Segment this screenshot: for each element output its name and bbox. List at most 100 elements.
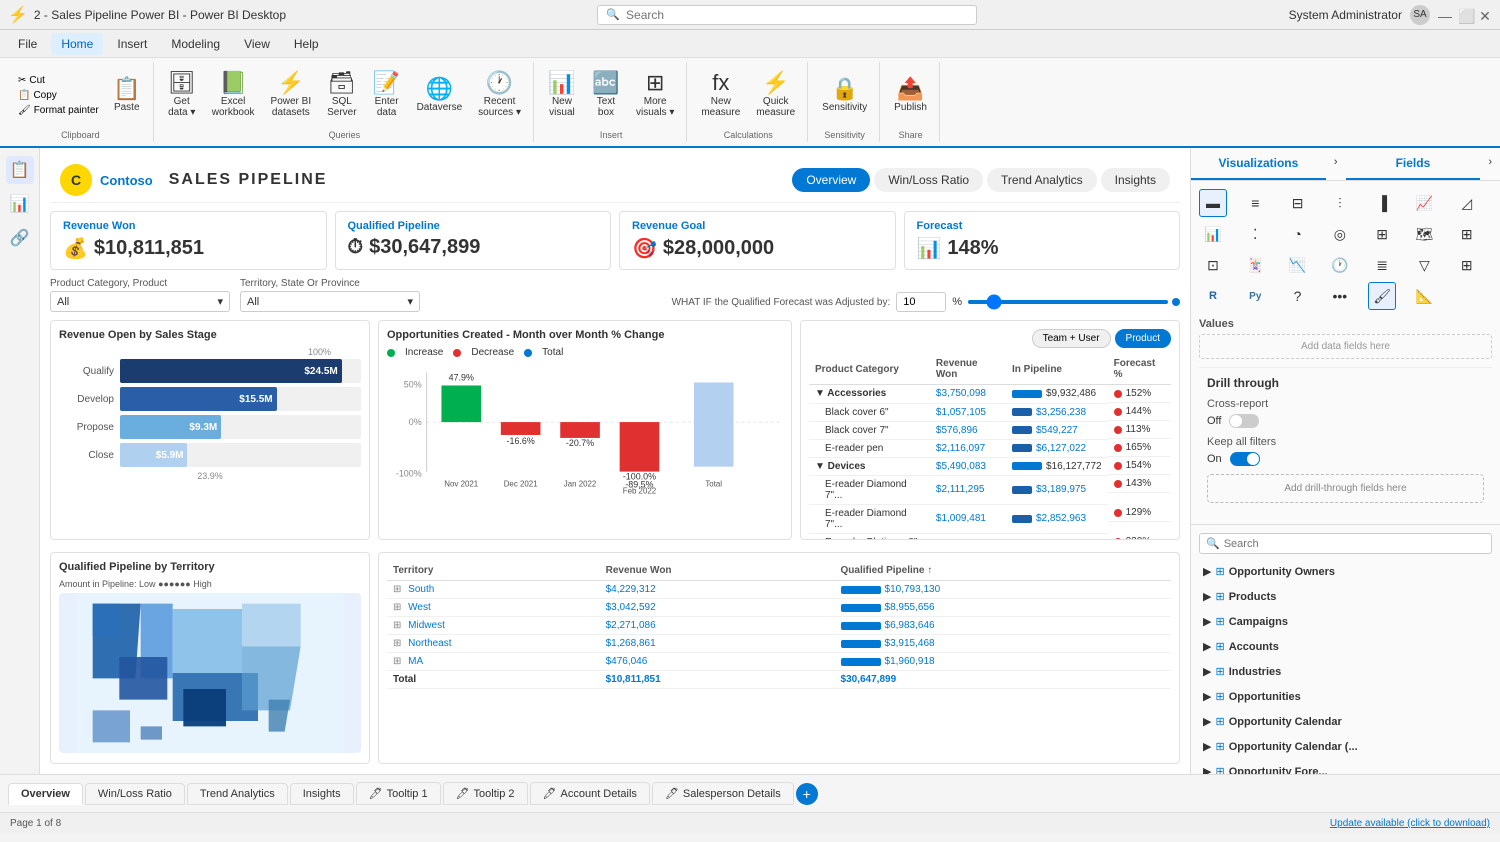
bottom-tab-salesperson-details[interactable]: 🖊Salesperson Details — [652, 782, 794, 805]
viz-card-icon[interactable]: 🃏 — [1241, 251, 1269, 279]
sidebar-report-icon[interactable]: 📋 — [6, 156, 34, 184]
field-group-header[interactable]: ▶ ⊞ Campaigns — [1199, 612, 1492, 631]
viz-r-icon[interactable]: R — [1199, 282, 1227, 310]
product-toggle-btn[interactable]: Product — [1115, 329, 1171, 348]
title-search-bar[interactable]: 🔍 — [597, 5, 977, 25]
nav-insights-btn[interactable]: Insights — [1101, 168, 1170, 192]
field-group-header[interactable]: ▶ ⊞ Accounts — [1199, 637, 1492, 656]
viz-clustered-bar-icon[interactable]: ⫶ — [1326, 189, 1354, 217]
close-button[interactable]: ✕ — [1478, 8, 1492, 22]
table-row[interactable]: Black cover 7" $576,896 $549,227 113% — [809, 421, 1171, 439]
viz-analytics-icon[interactable]: 📐 — [1410, 282, 1438, 310]
viz-line-icon[interactable]: 📈 — [1410, 189, 1438, 217]
bottom-tab-trend-analytics[interactable]: Trend Analytics — [187, 783, 288, 805]
territory-row[interactable]: ⊞ South $4,229,312 $10,793,130 — [387, 581, 1171, 599]
field-group-header[interactable]: ▶ ⊞ Opportunity Calendar — [1199, 712, 1492, 731]
product-filter-select[interactable]: All ▾ — [50, 291, 230, 312]
field-search-input[interactable] — [1224, 538, 1485, 550]
viz-stacked-bar-icon[interactable]: ≡ — [1241, 189, 1269, 217]
viz-more-icon[interactable]: ••• — [1326, 282, 1354, 310]
ribbon-excel-btn[interactable]: 📗 Excelworkbook — [206, 68, 261, 122]
keep-filters-toggle[interactable] — [1230, 452, 1260, 466]
field-group-header[interactable]: ▶ ⊞ Products — [1199, 587, 1492, 606]
viz-100-bar-icon[interactable]: ⊟ — [1284, 189, 1312, 217]
nav-trend-btn[interactable]: Trend Analytics — [987, 168, 1097, 192]
ribbon-new-measure-btn[interactable]: fx Newmeasure — [695, 68, 746, 122]
viz-funnel-icon[interactable]: ▽ — [1410, 251, 1438, 279]
bottom-tab-tooltip-2[interactable]: 🖊Tooltip 2 — [443, 782, 528, 805]
table-row[interactable]: E-reader Diamond 7"... $1,009,481 $2,852… — [809, 504, 1171, 533]
what-if-input[interactable] — [896, 292, 946, 312]
viz-pie-icon[interactable]: ◔ — [1284, 220, 1312, 248]
menu-file[interactable]: File — [8, 33, 47, 55]
territory-row[interactable]: ⊞ Midwest $2,271,086 $6,983,646 — [387, 617, 1171, 635]
menu-insert[interactable]: Insert — [107, 33, 157, 55]
territory-row[interactable]: ⊞ Northeast $1,268,861 $3,915,468 — [387, 635, 1171, 653]
field-search-box[interactable]: 🔍 — [1199, 533, 1492, 554]
viz-format-icon[interactable]: 🖌 — [1368, 282, 1396, 310]
ribbon-recent-sources-btn[interactable]: 🕐 Recentsources ▾ — [472, 68, 527, 122]
table-row[interactable]: Black cover 6" $1,057,105 $3,256,238 144… — [809, 403, 1171, 421]
field-group-header[interactable]: ▶ ⊞ Opportunities — [1199, 687, 1492, 706]
viz-gauge-icon[interactable]: 🕐 — [1326, 251, 1354, 279]
menu-view[interactable]: View — [234, 33, 280, 55]
viz-waterfall-icon[interactable]: ≣ — [1368, 251, 1396, 279]
bottom-tab-insights[interactable]: Insights — [290, 783, 354, 805]
viz-scatter-icon[interactable]: ⁚ — [1241, 220, 1269, 248]
ribbon-dataverse-btn[interactable]: 🌐 Dataverse — [411, 74, 469, 117]
viz-qna-icon[interactable]: ? — [1284, 282, 1312, 310]
values-drop-zone[interactable]: Add data fields here — [1199, 334, 1492, 359]
maximize-button[interactable]: ⬜ — [1458, 8, 1472, 22]
ribbon-enter-data-btn[interactable]: 📝 Enterdata — [367, 68, 407, 122]
tab-fields[interactable]: Fields — [1346, 148, 1481, 180]
what-if-slider[interactable] — [968, 300, 1168, 304]
territory-row[interactable]: ⊞ West $3,042,592 $8,955,656 — [387, 599, 1171, 617]
minimize-button[interactable]: — — [1438, 8, 1452, 22]
field-group-header[interactable]: ▶ ⊞ Industries — [1199, 662, 1492, 681]
viz-map-icon[interactable]: 🗺 — [1410, 220, 1438, 248]
fields-expand-btn[interactable]: › — [1480, 148, 1500, 180]
viz-area-icon[interactable]: ◿ — [1453, 189, 1481, 217]
viz-py-icon[interactable]: Py — [1241, 282, 1269, 310]
drill-drop-zone[interactable]: Add drill-through fields here — [1207, 474, 1484, 503]
ribbon-quick-measure-btn[interactable]: ⚡ Quickmeasure — [750, 68, 801, 122]
sidebar-model-icon[interactable]: 🔗 — [6, 224, 34, 252]
bottom-tab-win/loss-ratio[interactable]: Win/Loss Ratio — [85, 783, 185, 805]
ribbon-format-painter-btn[interactable]: 🖌 Format painter — [14, 103, 103, 118]
viz-bar-chart-icon[interactable]: ▬ — [1199, 189, 1227, 217]
table-row[interactable]: ▼ Devices $5,490,083 $16,127,772 154% — [809, 457, 1171, 475]
menu-home[interactable]: Home — [51, 33, 103, 55]
ribbon-new-visual-btn[interactable]: 📊 Newvisual — [542, 68, 582, 122]
team-toggle-btn[interactable]: Team + User — [1032, 329, 1111, 348]
ribbon-copy-btn[interactable]: 📋 Copy — [14, 88, 103, 103]
update-text[interactable]: Update available (click to download) — [1330, 818, 1490, 829]
menu-help[interactable]: Help — [284, 33, 329, 55]
title-search-input[interactable] — [626, 8, 968, 22]
table-row[interactable]: ▼ Accessories $3,750,098 $9,932,486 152% — [809, 385, 1171, 404]
viz-line-col-icon[interactable]: 📊 — [1199, 220, 1227, 248]
territory-filter-select[interactable]: All ▾ — [240, 291, 420, 312]
bottom-tab-account-details[interactable]: 🖊Account Details — [530, 782, 650, 805]
ribbon-cut-btn[interactable]: ✂ Cut — [14, 73, 103, 88]
ribbon-get-data-btn[interactable]: 🗄 Getdata ▾ — [162, 68, 202, 122]
ribbon-text-box-btn[interactable]: 🔤 Textbox — [586, 68, 626, 122]
viz-stacked-col-icon[interactable]: ▐ — [1368, 189, 1396, 217]
table-row[interactable]: E-reader Diamond 7"... $2,111,295 $3,189… — [809, 475, 1171, 504]
field-group-header[interactable]: ▶ ⊞ Opportunity Owners — [1199, 562, 1492, 581]
ribbon-sensitivity-btn[interactable]: 🔒 Sensitivity — [816, 74, 873, 117]
field-group-header[interactable]: ▶ ⊞ Opportunity Fore... — [1199, 762, 1492, 774]
sidebar-data-icon[interactable]: 📊 — [6, 190, 34, 218]
cross-report-toggle[interactable] — [1229, 414, 1259, 428]
field-group-header[interactable]: ▶ ⊞ Opportunity Calendar (... — [1199, 737, 1492, 756]
add-tab-button[interactable]: + — [796, 783, 818, 805]
viz-table-icon[interactable]: ⊞ — [1453, 220, 1481, 248]
ribbon-publish-btn[interactable]: 📤 Publish — [888, 74, 933, 117]
nav-winloss-btn[interactable]: Win/Loss Ratio — [874, 168, 983, 192]
viz-expand-btn[interactable]: › — [1326, 148, 1346, 180]
ribbon-paste-btn[interactable]: 📋 Paste — [107, 74, 147, 117]
bottom-tab-tooltip-1[interactable]: 🖊Tooltip 1 — [356, 782, 441, 805]
ribbon-more-visuals-btn[interactable]: ⊞ Morevisuals ▾ — [630, 68, 680, 122]
viz-slicer-icon[interactable]: ⊞ — [1453, 251, 1481, 279]
table-row[interactable]: E-reader Platinum 8" 3... $579,442 $1,62… — [809, 533, 1171, 540]
tab-visualizations[interactable]: Visualizations — [1191, 148, 1326, 180]
